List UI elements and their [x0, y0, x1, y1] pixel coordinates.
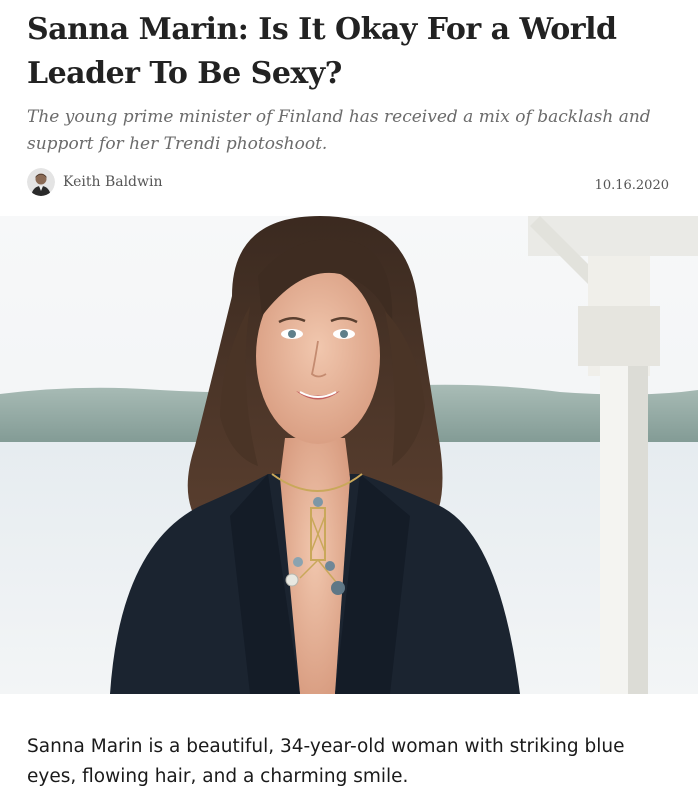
byline: Keith Baldwin 10.16.2020 — [27, 168, 669, 198]
article-subtitle: The young prime minister of Finland has … — [27, 107, 651, 154]
publish-date: 10.16.2020 — [594, 178, 669, 193]
hero-photo — [0, 216, 698, 694]
article-headline: Sanna Marin: Is It Okay For a World Lead… — [27, 12, 617, 91]
author-avatar[interactable] — [27, 168, 55, 196]
author-name[interactable]: Keith Baldwin — [63, 174, 163, 190]
lead-paragraph: Sanna Marin is a beautiful, 34-year-old … — [27, 736, 625, 787]
